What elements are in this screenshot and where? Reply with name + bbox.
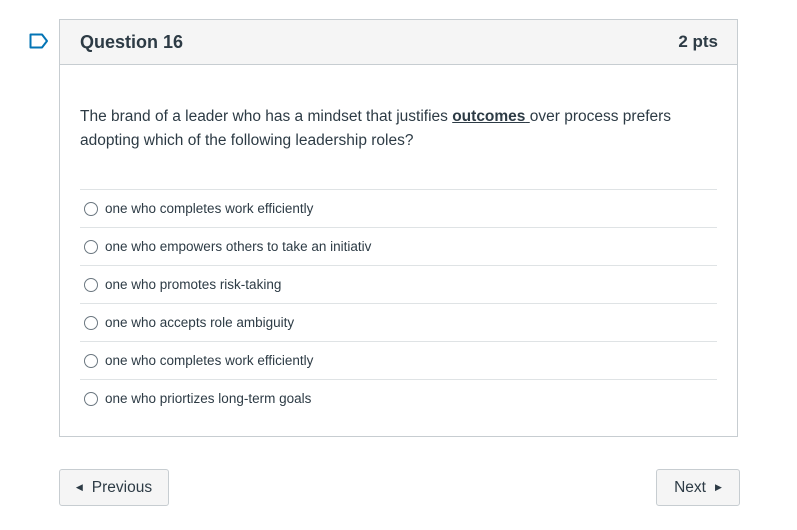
answer-option[interactable]: one who empowers others to take an initi… [80, 228, 717, 266]
radio-button[interactable] [84, 277, 98, 292]
question-text-emphasis: outcomes [452, 108, 526, 125]
answer-option[interactable]: one who accepts role ambiguity [80, 304, 717, 342]
next-button-label: Next [674, 478, 706, 496]
caret-right-icon: ▶ [714, 482, 722, 492]
answer-option[interactable]: one who completes work efficiently [80, 190, 717, 228]
previous-button-label: Previous [91, 478, 153, 496]
radio-button[interactable] [84, 315, 98, 330]
question-card: Question 16 2 pts The brand of a leader … [59, 19, 738, 437]
flag-question-icon[interactable] [29, 33, 49, 49]
radio-button[interactable] [84, 201, 98, 216]
question-title: Question 16 [80, 31, 184, 52]
answer-label: one who promotes risk-taking [105, 277, 282, 292]
radio-button[interactable] [84, 239, 98, 254]
answer-list: one who completes work efficiently one w… [80, 189, 717, 417]
answer-option[interactable]: one who completes work efficiently [80, 342, 717, 380]
caret-left-icon: ◀ [75, 482, 83, 492]
question-points: 2 pts [678, 32, 718, 51]
question-header: Question 16 2 pts [60, 20, 737, 65]
radio-button[interactable] [84, 353, 98, 368]
answer-label: one who completes work efficiently [105, 353, 314, 368]
question-text: The brand of a leader who has a mindset … [80, 105, 700, 153]
answer-option[interactable]: one who priortizes long-term goals [80, 380, 717, 417]
previous-button[interactable]: ◀ Previous [59, 469, 169, 506]
question-body: The brand of a leader who has a mindset … [60, 65, 737, 417]
question-text-before: The brand of a leader who has a mindset … [80, 108, 453, 125]
answer-label: one who accepts role ambiguity [105, 315, 295, 330]
answer-label: one who priortizes long-term goals [105, 391, 312, 406]
radio-button[interactable] [84, 391, 98, 406]
next-button[interactable]: Next ▶ [656, 469, 740, 506]
answer-label: one who empowers others to take an initi… [105, 239, 372, 254]
answer-option[interactable]: one who promotes risk-taking [80, 266, 717, 304]
answer-label: one who completes work efficiently [105, 201, 314, 216]
